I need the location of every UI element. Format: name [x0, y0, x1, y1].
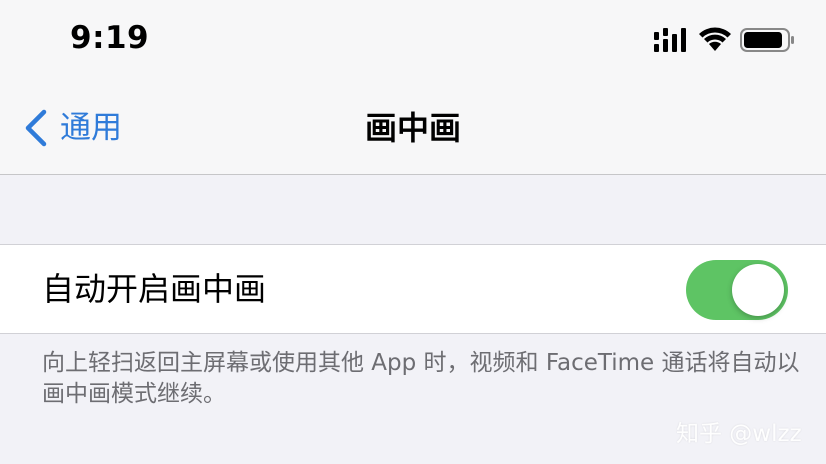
navigation-bar: 通用 画中画: [0, 82, 826, 175]
page-title: 画中画: [364, 109, 461, 147]
footer-description: 向上轻扫返回主屏幕或使用其他 App 时，视频和 FaceTime 通话将自动以…: [42, 350, 800, 407]
cellular-signal-icon: [654, 28, 686, 52]
toggle-knob: [732, 264, 784, 316]
battery-icon: [740, 28, 794, 52]
wifi-icon: [699, 27, 731, 51]
auto-pip-toggle[interactable]: [686, 260, 788, 320]
watermark: 知乎 @wlzz: [676, 421, 802, 447]
status-bar: 9:19: [0, 0, 826, 82]
auto-pip-label: 自动开启画中画: [42, 270, 267, 308]
status-time: 9:19: [70, 20, 150, 56]
auto-pip-row: 自动开启画中画: [0, 244, 826, 334]
